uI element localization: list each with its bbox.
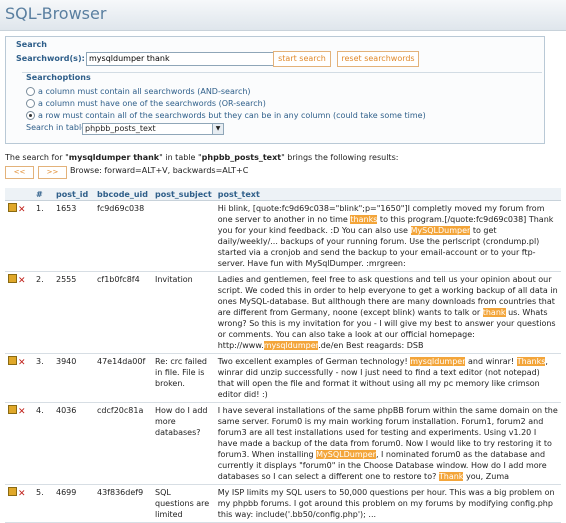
table-select[interactable]: phpbb_posts_text ▼ — [82, 123, 224, 135]
search-options-title: Searchoptions — [26, 73, 91, 82]
col-number: # — [33, 188, 53, 201]
row-bbcode-uid: fc9d69c038 — [94, 200, 152, 272]
searchwords-input[interactable]: mysqldumper thank — [86, 52, 275, 66]
table-select-value: phpbb_posts_text — [85, 124, 156, 133]
post-text-fragment: and winrar! — [465, 357, 517, 366]
search-in-table-label: Search in table: — [26, 123, 89, 132]
row-actions: ✕ — [5, 200, 33, 272]
edit-icon[interactable] — [8, 356, 17, 365]
next-page-button[interactable]: >> — [38, 166, 67, 179]
delete-icon[interactable]: ✕ — [18, 206, 26, 215]
browse-hint: Browse: forward=ALT+V, backwards=ALT+C — [70, 166, 249, 175]
option-or-search[interactable]: a column must have one of the searchword… — [26, 98, 266, 108]
row-actions: ✕ — [5, 353, 33, 403]
delete-icon[interactable]: ✕ — [18, 277, 26, 286]
delete-icon[interactable]: ✕ — [18, 408, 26, 417]
row-post-text: My ISP limits my SQL users to 50,000 que… — [214, 484, 561, 523]
post-text-fragment: My ISP limits my SQL users to 50,000 que… — [217, 488, 555, 519]
row-post-id: 3940 — [53, 353, 94, 403]
edit-icon[interactable] — [8, 274, 17, 283]
results-summary: The search for "mysqldumper thank" in ta… — [5, 153, 398, 162]
post-text-fragment: .de/en Best reagards: DSB — [318, 341, 424, 350]
row-post-subject: Invitation — [152, 271, 215, 354]
col-post-subject[interactable]: post_subject — [152, 188, 215, 201]
option-label: a column must have one of the searchword… — [38, 98, 266, 108]
delete-icon[interactable]: ✕ — [18, 359, 26, 368]
summary-middle: " in table " — [159, 153, 202, 162]
row-post-subject — [152, 200, 215, 272]
row-actions: ✕ — [5, 271, 33, 354]
edit-icon[interactable] — [8, 487, 17, 496]
row-post-id: 1653 — [53, 200, 94, 272]
summary-query: mysqldumper thank — [68, 153, 160, 162]
row-number: 2. — [33, 271, 53, 354]
edit-icon[interactable] — [8, 405, 17, 414]
row-number: 3. — [33, 353, 53, 403]
radio-or-search[interactable] — [26, 98, 35, 108]
summary-table: phpbb_posts_text — [201, 153, 282, 162]
row-post-id: 2555 — [53, 271, 94, 354]
title-bar: SQL-Browser — [0, 0, 566, 31]
table-row: ✕ 2. 2555 cf1b0fc8f4 Invitation Ladies and ge… — [5, 271, 561, 354]
summary-prefix: The search for " — [5, 153, 69, 162]
row-bbcode-uid: 43f836def9 — [94, 484, 152, 523]
row-number: 4. — [33, 402, 53, 485]
row-bbcode-uid: 47e14da00f — [94, 353, 152, 403]
row-bbcode-uid: cf1b0fc8f4 — [94, 271, 152, 354]
row-post-id: 4036 — [53, 402, 94, 485]
search-highlight: mysqldumper — [410, 357, 466, 366]
row-number: 5. — [33, 484, 53, 523]
row-actions: ✕ — [5, 402, 33, 485]
row-actions: ✕ — [5, 484, 33, 523]
radio-row-search[interactable] — [26, 110, 35, 120]
results-table: # post_id bbcode_uid post_subject post_t… — [5, 188, 561, 523]
col-bbcode-uid[interactable]: bbcode_uid — [94, 188, 152, 201]
search-section-label: Search — [16, 40, 47, 49]
start-search-button[interactable]: start search — [273, 51, 331, 67]
option-and-search[interactable]: a column must contain all searchwords (A… — [26, 86, 251, 96]
delete-icon[interactable]: ✕ — [18, 490, 26, 499]
search-highlight: Thanks — [516, 357, 546, 366]
row-post-subject: How do I add more databases? — [152, 402, 215, 485]
row-post-text: Hi blink, [quote:fc9d69c038="blink";p="1… — [214, 200, 561, 272]
table-row: ✕ 4. 4036 cdcf20c81a How do I add more datab… — [5, 402, 561, 485]
row-post-id: 4699 — [53, 484, 94, 523]
search-highlight: MySQLDumper — [316, 450, 376, 459]
summary-suffix: " brings the following results: — [281, 153, 399, 162]
row-bbcode-uid: cdcf20c81a — [94, 402, 152, 485]
search-highlight: thank — [482, 308, 506, 317]
radio-and-search[interactable] — [26, 86, 35, 96]
col-actions — [5, 188, 33, 201]
option-row-search[interactable]: a row must contain all of the searchword… — [26, 110, 426, 120]
col-post-text[interactable]: post_text — [214, 188, 561, 201]
col-post-id[interactable]: post_id — [53, 188, 94, 201]
reset-searchwords-button[interactable]: reset searchwords — [337, 51, 419, 67]
results-header-row: # post_id bbcode_uid post_subject post_t… — [5, 188, 561, 201]
search-highlight: thanks — [350, 215, 378, 224]
table-row: ✕ 5. 4699 43f836def9 SQL questions are limit… — [5, 484, 561, 523]
row-post-subject: Re: crc failed in file. File is broken. — [152, 353, 215, 403]
row-post-text: Two excellent examples of German technol… — [214, 353, 561, 403]
app-title: SQL-Browser — [5, 4, 107, 23]
edit-icon[interactable] — [8, 203, 17, 212]
search-highlight: MySQLDumper — [410, 226, 471, 235]
row-post-text: I have several installations of the same… — [214, 402, 561, 485]
table-row: ✕ 1. 1653 fc9d69c038 Hi blink, [quote:fc9d69… — [5, 200, 561, 272]
row-post-subject: SQL questions are limited — [152, 484, 215, 523]
table-row: ✕ 3. 3940 47e14da00f Re: crc failed in file.… — [5, 353, 561, 403]
search-panel: Search Searchword(s): mysqldumper thank … — [5, 36, 545, 144]
searchwords-label: Searchword(s): — [16, 54, 85, 63]
post-text-fragment: Two excellent examples of German technol… — [217, 357, 411, 366]
option-label: a column must contain all searchwords (A… — [38, 86, 251, 96]
option-label: a row must contain all of the searchword… — [38, 110, 426, 120]
row-number: 1. — [33, 200, 53, 272]
search-highlight: mysqldumper — [263, 341, 319, 350]
row-post-text: Ladies and gentlemen, feel free to ask q… — [214, 271, 561, 354]
prev-page-button[interactable]: << — [5, 166, 34, 179]
chevron-down-icon[interactable]: ▼ — [212, 124, 223, 134]
